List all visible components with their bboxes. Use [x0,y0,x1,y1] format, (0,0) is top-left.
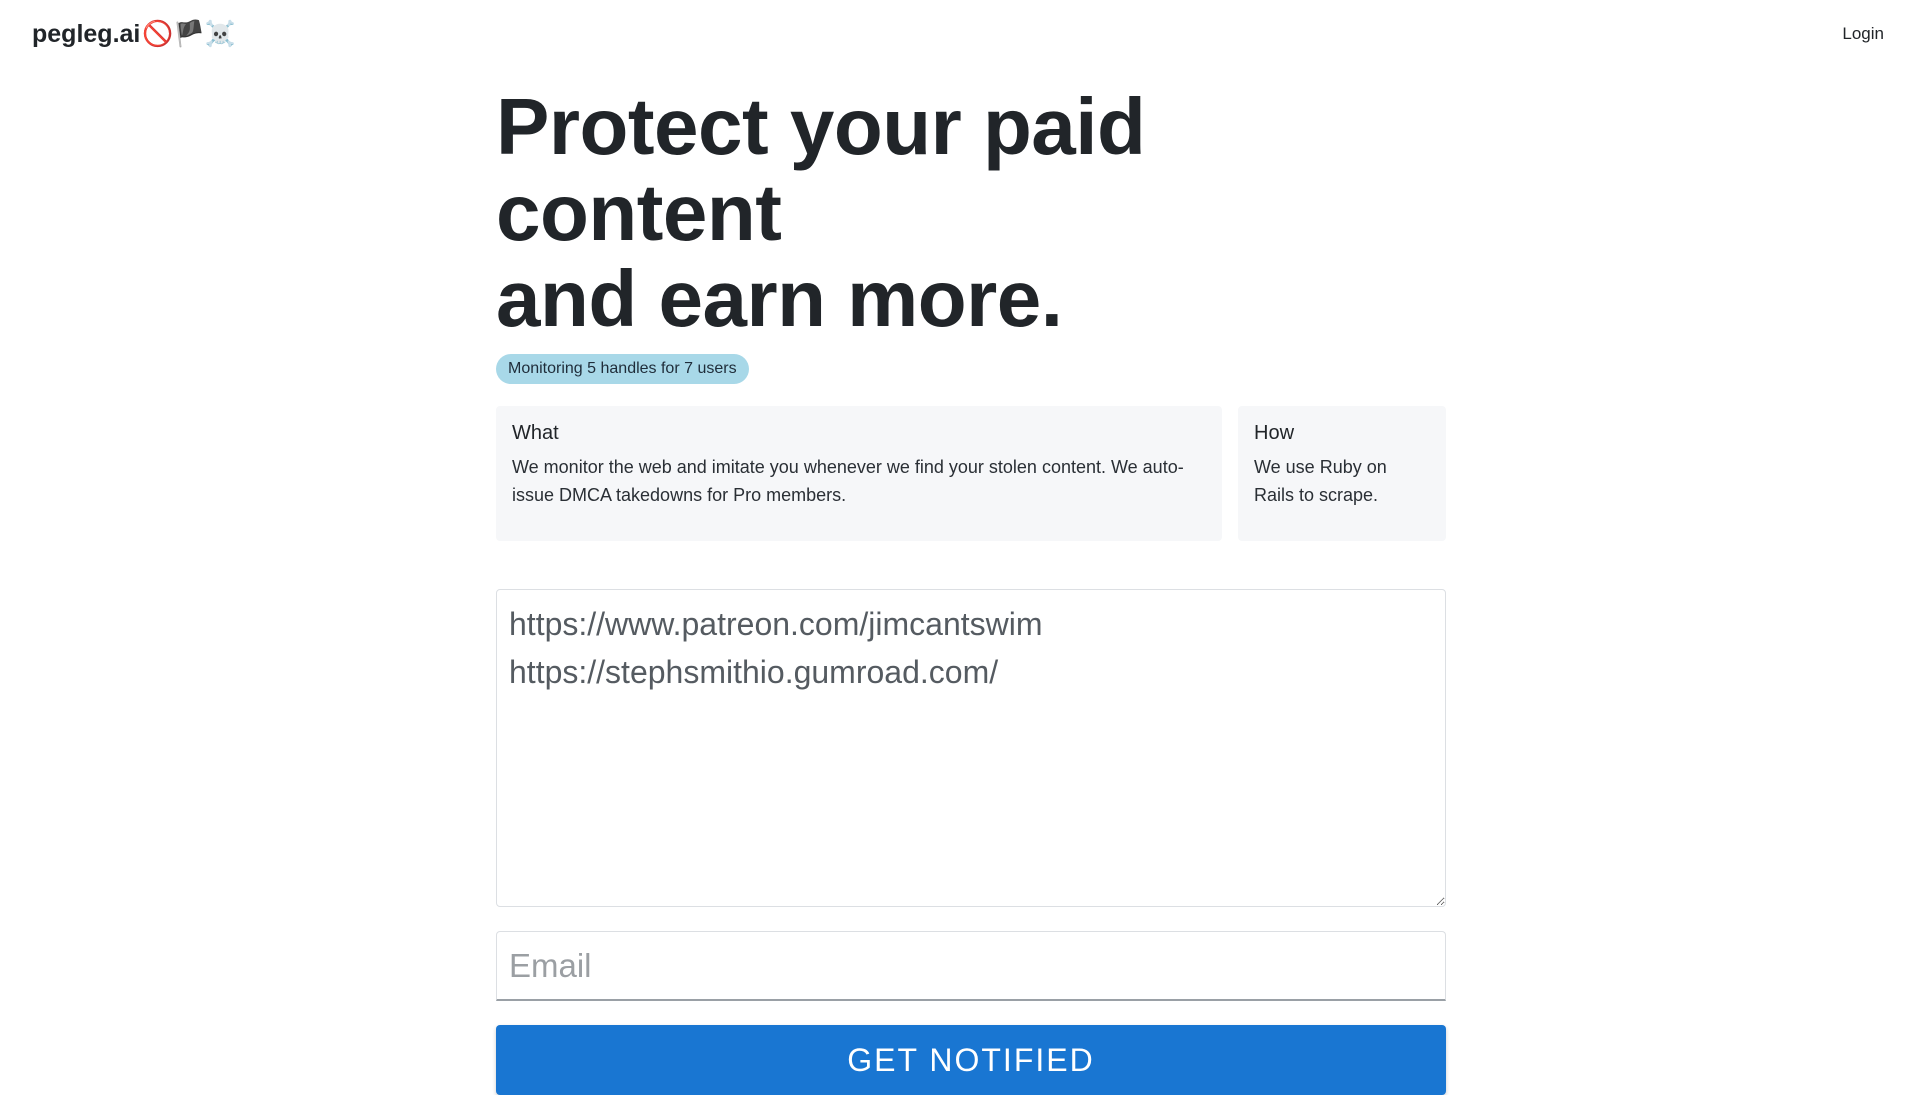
login-link[interactable]: Login [1842,24,1884,44]
email-input[interactable] [496,931,1446,1001]
hero-title-line-1: Protect your paid content [496,82,1146,257]
main-content: Protect your paid content and earn more.… [496,84,1446,1095]
what-card-body: We monitor the web and imitate you whene… [512,457,1184,505]
how-card-body: We use Ruby on Rails to scrape. [1254,457,1387,505]
what-card: What We monitor the web and imitate you … [496,406,1222,541]
top-bar: pegleg.ai 🚫🏴☠️ Login [0,0,1920,72]
hero-title: Protect your paid content and earn more. [496,84,1446,342]
content-urls-textarea[interactable] [496,589,1446,907]
how-card: How We use Ruby on Rails to scrape. [1238,406,1446,541]
monitoring-status-badge: Monitoring 5 handles for 7 users [496,354,749,384]
brand-name: pegleg.ai [32,20,141,48]
brand-logo[interactable]: pegleg.ai 🚫🏴☠️ [32,20,236,49]
what-card-title: What [512,422,559,444]
get-notified-button[interactable]: GET NOTIFIED [496,1025,1446,1095]
info-cards: What We monitor the web and imitate you … [496,406,1446,541]
hero-title-line-2: and earn more. [496,254,1063,343]
how-card-title: How [1254,422,1295,444]
brand-emoji-icons: 🚫🏴☠️ [142,20,236,48]
